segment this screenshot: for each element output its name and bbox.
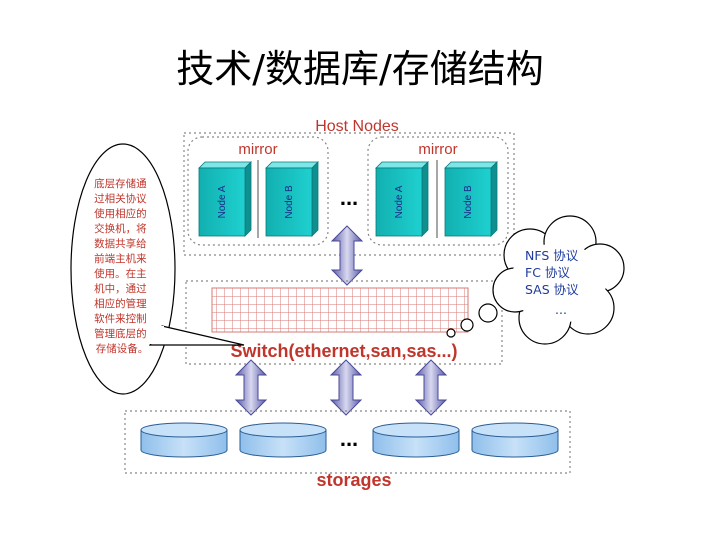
storages-label: storages (316, 470, 391, 490)
callout-line: 管理底层的 (94, 327, 147, 340)
callout-line: 底层存储通 (94, 177, 147, 190)
callout-line: 软件来控制 (94, 312, 147, 325)
storage-disk-4 (471, 422, 559, 458)
storage-disk-3 (372, 422, 460, 458)
callout-line: 使用相应的 (94, 207, 147, 220)
switch-grid (211, 287, 469, 333)
node-b-1: Node B (265, 161, 319, 237)
node-label: Node A (394, 185, 405, 218)
node-label: Node B (284, 185, 295, 219)
protocol-line: NFS 协议 (525, 248, 579, 263)
protocol-line: SAS 协议 (525, 282, 579, 297)
storage-architecture-diagram: Host Nodes mirror Node A Node B ... mirr… (62, 113, 625, 490)
mirror-label-1: mirror (238, 141, 277, 158)
protocol-line: FC 协议 (525, 265, 570, 280)
node-b-2: Node B (444, 161, 498, 237)
callout-line: 交换机，将 (94, 222, 147, 235)
callout-line: 机中，通过 (94, 282, 147, 295)
switch-label: Switch(ethernet,san,sas...) (230, 341, 457, 361)
node-label: Node A (217, 185, 228, 218)
storage-ellipsis: ... (340, 426, 358, 451)
callout-line: 数据共享给 (94, 237, 147, 250)
storage-disk-2 (239, 422, 327, 458)
node-label: Node B (463, 185, 474, 219)
callout-line: 前端主机来 (94, 252, 147, 265)
callout-line: 存储设备。 (96, 342, 149, 355)
node-a-2: Node A (375, 161, 429, 237)
host-nodes-label: Host Nodes (315, 118, 399, 135)
mirror-label-2: mirror (418, 141, 457, 158)
protocol-line: ... (555, 302, 567, 317)
node-a-1: Node A (198, 161, 252, 237)
storage-disk-1 (140, 422, 228, 458)
callout-line: 过相关协议 (94, 192, 147, 205)
callout-line: 使用。在主 (94, 267, 147, 280)
callout-line: 相应的管理 (94, 297, 147, 310)
host-ellipsis: ... (340, 185, 358, 210)
